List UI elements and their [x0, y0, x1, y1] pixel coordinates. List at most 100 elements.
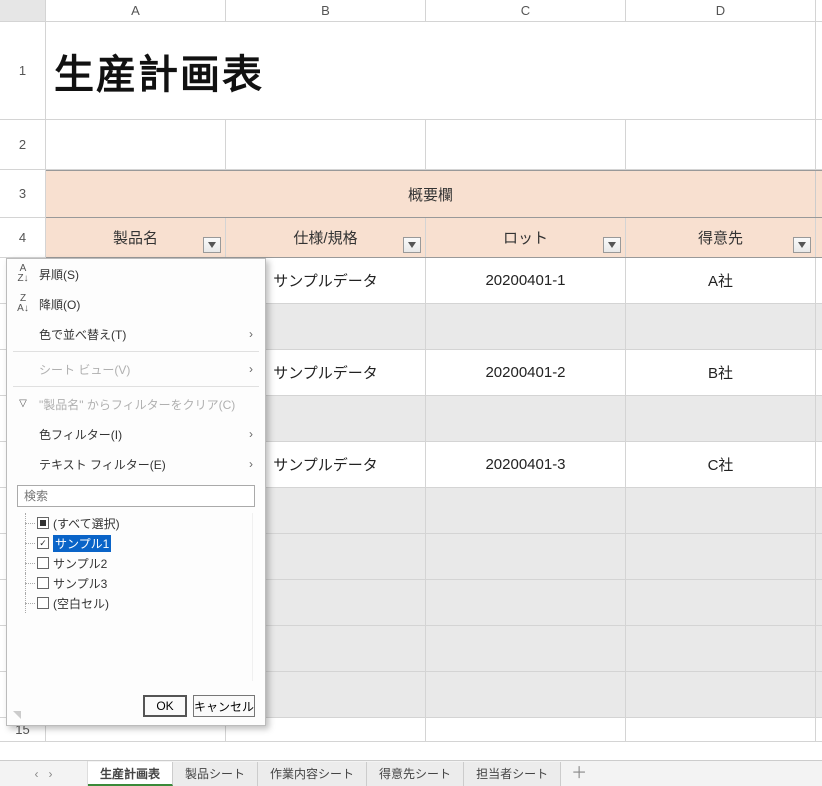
- filter-item-label: サンプル2: [53, 555, 107, 572]
- col-header-c[interactable]: C: [426, 0, 626, 21]
- filter-search-input[interactable]: [17, 485, 255, 507]
- filter-item-label: サンプル1: [53, 535, 111, 552]
- filter-item-label: サンプル3: [53, 575, 107, 592]
- sheet-tab[interactable]: 作業内容シート: [258, 762, 367, 786]
- separator: [13, 386, 259, 387]
- header-label: 仕様/規格: [293, 227, 357, 248]
- cell[interactable]: [626, 120, 816, 169]
- filter-button-spec[interactable]: [403, 237, 421, 253]
- add-sheet-button[interactable]: ＋: [561, 762, 597, 786]
- sheet-tab[interactable]: 得意先シート: [367, 762, 464, 786]
- filter-item-blanks[interactable]: (空白セル): [25, 593, 252, 613]
- header-product[interactable]: 製品名: [46, 218, 226, 257]
- cell[interactable]: [426, 718, 626, 741]
- cell-customer[interactable]: C社: [626, 442, 816, 487]
- cell[interactable]: [626, 580, 816, 625]
- menu-label: "製品名" からフィルターをクリア(C): [39, 396, 235, 413]
- menu-label: シート ビュー(V): [39, 361, 130, 378]
- cell[interactable]: [626, 534, 816, 579]
- title-cell[interactable]: 生産計画表: [46, 22, 816, 119]
- cancel-button[interactable]: キャンセル: [193, 695, 255, 717]
- cell[interactable]: [426, 396, 626, 441]
- menu-label: 昇順(S): [39, 266, 79, 283]
- menu-label: テキスト フィルター(E): [39, 456, 166, 473]
- chevron-right-icon: ›: [249, 327, 253, 341]
- sort-asc-icon: AZ↓: [15, 264, 31, 284]
- col-header-b[interactable]: B: [226, 0, 426, 21]
- chevron-right-icon: ›: [249, 362, 253, 376]
- tab-nav: ‹ ›: [0, 761, 88, 786]
- sheet-tab-active[interactable]: 生産計画表: [88, 762, 173, 786]
- cell[interactable]: [626, 672, 816, 717]
- checkbox-icon: [37, 597, 49, 609]
- cell[interactable]: [426, 304, 626, 349]
- cell[interactable]: [426, 580, 626, 625]
- row-header-2[interactable]: 2: [0, 120, 46, 170]
- cell[interactable]: [426, 534, 626, 579]
- filter-button-lot[interactable]: [603, 237, 621, 253]
- menu-label: 色フィルター(I): [39, 426, 122, 443]
- menu-label: 降順(O): [39, 296, 80, 313]
- header-label: 得意先: [698, 227, 743, 248]
- filter-checklist: (すべて選択) サンプル1 サンプル2 サンプル3 (空白セル): [25, 513, 253, 681]
- sheet-view: シート ビュー(V) ›: [7, 354, 265, 384]
- col-header-d[interactable]: D: [626, 0, 816, 21]
- checkbox-checked-icon: [37, 537, 49, 549]
- cell-lot[interactable]: 20200401-1: [426, 258, 626, 303]
- header-customer[interactable]: 得意先: [626, 218, 816, 257]
- cell[interactable]: [626, 304, 816, 349]
- clear-filter: ▽ "製品名" からフィルターをクリア(C): [7, 389, 265, 419]
- checkbox-icon: [37, 557, 49, 569]
- cell-customer[interactable]: B社: [626, 350, 816, 395]
- tab-prev-icon[interactable]: ‹: [35, 767, 39, 781]
- cell[interactable]: [426, 626, 626, 671]
- col-header-a[interactable]: A: [46, 0, 226, 21]
- header-label: ロット: [503, 227, 548, 248]
- sort-by-color[interactable]: 色で並べ替え(T) ›: [7, 319, 265, 349]
- header-lot[interactable]: ロット: [426, 218, 626, 257]
- filter-button-customer[interactable]: [793, 237, 811, 253]
- chevron-right-icon: ›: [249, 457, 253, 471]
- sort-descending[interactable]: ZA↓ 降順(O): [7, 289, 265, 319]
- clear-filter-icon: ▽: [15, 399, 31, 409]
- cell[interactable]: [626, 626, 816, 671]
- sheet-tab[interactable]: 製品シート: [173, 762, 258, 786]
- ok-button[interactable]: OK: [143, 695, 187, 717]
- sort-ascending[interactable]: AZ↓ 昇順(S): [7, 259, 265, 289]
- chevron-right-icon: ›: [249, 427, 253, 441]
- cell-customer[interactable]: A社: [626, 258, 816, 303]
- cell-lot[interactable]: 20200401-3: [426, 442, 626, 487]
- row-header-3[interactable]: 3: [0, 170, 46, 218]
- cell[interactable]: [626, 396, 816, 441]
- cell-lot[interactable]: 20200401-2: [426, 350, 626, 395]
- filter-item-select-all[interactable]: (すべて選択): [25, 513, 252, 533]
- header-spec[interactable]: 仕様/規格: [226, 218, 426, 257]
- filter-item[interactable]: サンプル1: [25, 533, 252, 553]
- sheet-tab[interactable]: 担当者シート: [464, 762, 561, 786]
- select-all-corner[interactable]: [0, 0, 46, 21]
- filter-button-product[interactable]: [203, 237, 221, 253]
- cell[interactable]: [46, 120, 226, 169]
- checkbox-icon: [37, 577, 49, 589]
- row-header-4[interactable]: 4: [0, 218, 46, 258]
- cell[interactable]: [626, 488, 816, 533]
- cell[interactable]: [426, 120, 626, 169]
- color-filter[interactable]: 色フィルター(I) ›: [7, 419, 265, 449]
- menu-label: 色で並べ替え(T): [39, 326, 126, 343]
- column-header-row: A B C D: [0, 0, 822, 22]
- filter-item-label: (空白セル): [53, 595, 109, 612]
- tab-next-icon[interactable]: ›: [49, 767, 53, 781]
- autofilter-menu: AZ↓ 昇順(S) ZA↓ 降順(O) 色で並べ替え(T) › シート ビュー(…: [6, 258, 266, 726]
- filter-item[interactable]: サンプル3: [25, 573, 252, 593]
- text-filter[interactable]: テキスト フィルター(E) ›: [7, 449, 265, 479]
- sheet-tab-bar: ‹ › 生産計画表 製品シート 作業内容シート 得意先シート 担当者シート ＋: [0, 760, 822, 786]
- filter-item[interactable]: サンプル2: [25, 553, 252, 573]
- filter-item-label: (すべて選択): [53, 515, 120, 532]
- cell[interactable]: [426, 672, 626, 717]
- cell[interactable]: [226, 120, 426, 169]
- cell[interactable]: [626, 718, 816, 741]
- row-header-1[interactable]: 1: [0, 22, 46, 120]
- section-header[interactable]: 概要欄: [46, 171, 816, 217]
- header-label: 製品名: [113, 227, 158, 248]
- cell[interactable]: [426, 488, 626, 533]
